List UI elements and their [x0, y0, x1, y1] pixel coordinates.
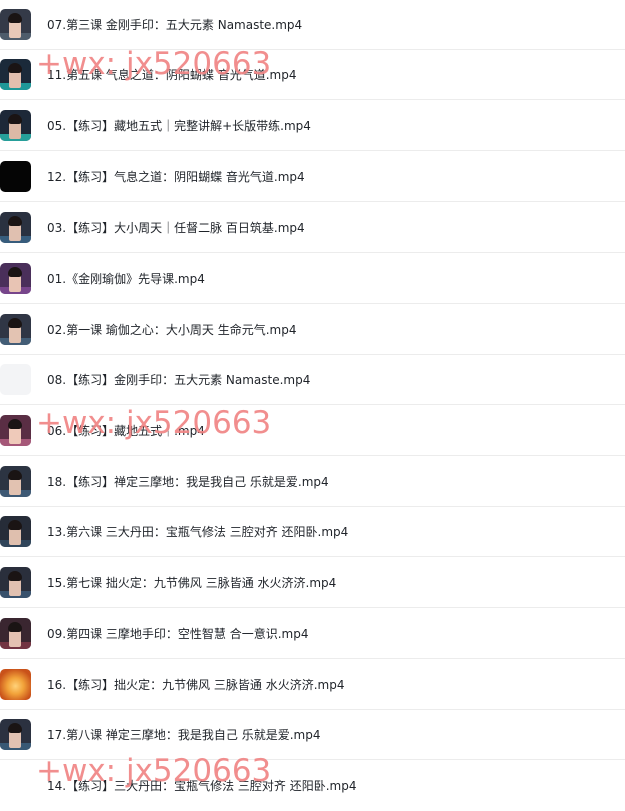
file-name: 03.【练习】大小周天｜任督二脉 百日筑基.mp4: [47, 221, 305, 235]
video-thumbnail: [0, 618, 31, 649]
video-thumbnail: [0, 719, 31, 750]
video-thumbnail: [0, 669, 31, 700]
file-name: 01.《金刚瑜伽》先导课.mp4: [47, 272, 205, 286]
file-row[interactable]: 11.第五课 气息之道：阴阳蝴蝶 音光气道.mp4: [0, 50, 625, 100]
file-row[interactable]: 12.【练习】气息之道：阴阳蝴蝶 音光气道.mp4: [0, 152, 625, 202]
video-thumbnail: [0, 9, 31, 40]
video-thumbnail: [0, 567, 31, 598]
file-name: 17.第八课 禅定三摩地：我是我自己 乐就是爱.mp4: [47, 728, 321, 742]
video-thumbnail: [0, 516, 31, 547]
video-thumbnail: [0, 263, 31, 294]
file-name: 14.【练习】三大丹田：宝瓶气修法 三腔对齐 还阳卧.mp4: [47, 779, 357, 793]
file-row[interactable]: 16.【练习】拙火定：九节佛风 三脉皆通 水火济济.mp4: [0, 660, 625, 710]
file-name: 05.【练习】藏地五式｜完整讲解+长版带练.mp4: [47, 119, 311, 133]
file-row[interactable]: 05.【练习】藏地五式｜完整讲解+长版带练.mp4: [0, 101, 625, 151]
video-thumbnail: [0, 212, 31, 243]
video-thumbnail: [0, 314, 31, 345]
video-thumbnail: [0, 161, 31, 192]
file-name: 06.【练习】藏地五式｜.mp4: [47, 424, 205, 438]
file-row[interactable]: 02.第一课 瑜伽之心：大小周天 生命元气.mp4: [0, 305, 625, 355]
file-name: 07.第三课 金刚手印：五大元素 Namaste.mp4: [47, 18, 303, 32]
file-name: 09.第四课 三摩地手印：空性智慧 合一意识.mp4: [47, 627, 309, 641]
file-name: 02.第一课 瑜伽之心：大小周天 生命元气.mp4: [47, 323, 297, 337]
file-row[interactable]: 14.【练习】三大丹田：宝瓶气修法 三腔对齐 还阳卧.mp4: [0, 761, 625, 811]
file-name: 15.第七课 拙火定：九节佛风 三脉皆通 水火济济.mp4: [47, 576, 337, 590]
file-row[interactable]: 13.第六课 三大丹田：宝瓶气修法 三腔对齐 还阳卧.mp4: [0, 507, 625, 557]
file-name: 16.【练习】拙火定：九节佛风 三脉皆通 水火济济.mp4: [47, 678, 345, 692]
file-row[interactable]: 07.第三课 金刚手印：五大元素 Namaste.mp4: [0, 0, 625, 50]
file-name: 13.第六课 三大丹田：宝瓶气修法 三腔对齐 还阳卧.mp4: [47, 525, 349, 539]
video-thumbnail: [0, 466, 31, 497]
file-row[interactable]: 18.【练习】禅定三摩地：我是我自己 乐就是爱.mp4: [0, 457, 625, 507]
video-thumbnail: [0, 364, 31, 395]
file-row[interactable]: 09.第四课 三摩地手印：空性智慧 合一意识.mp4: [0, 609, 625, 659]
file-row[interactable]: 15.第七课 拙火定：九节佛风 三脉皆通 水火济济.mp4: [0, 558, 625, 608]
file-row[interactable]: 17.第八课 禅定三摩地：我是我自己 乐就是爱.mp4: [0, 710, 625, 760]
file-name: 12.【练习】气息之道：阴阳蝴蝶 音光气道.mp4: [47, 170, 305, 184]
file-row[interactable]: 06.【练习】藏地五式｜.mp4: [0, 406, 625, 456]
file-row[interactable]: 01.《金刚瑜伽》先导课.mp4: [0, 254, 625, 304]
file-row[interactable]: 03.【练习】大小周天｜任督二脉 百日筑基.mp4: [0, 203, 625, 253]
video-thumbnail: [0, 415, 31, 446]
file-name: 18.【练习】禅定三摩地：我是我自己 乐就是爱.mp4: [47, 475, 329, 489]
file-name: 11.第五课 气息之道：阴阳蝴蝶 音光气道.mp4: [47, 68, 297, 82]
video-thumbnail: [0, 59, 31, 90]
file-name: 08.【练习】金刚手印：五大元素 Namaste.mp4: [47, 373, 311, 387]
file-list: 07.第三课 金刚手印：五大元素 Namaste.mp4 11.第五课 气息之道：…: [0, 0, 625, 807]
file-row[interactable]: 08.【练习】金刚手印：五大元素 Namaste.mp4: [0, 355, 625, 405]
video-thumbnail: [0, 110, 31, 141]
